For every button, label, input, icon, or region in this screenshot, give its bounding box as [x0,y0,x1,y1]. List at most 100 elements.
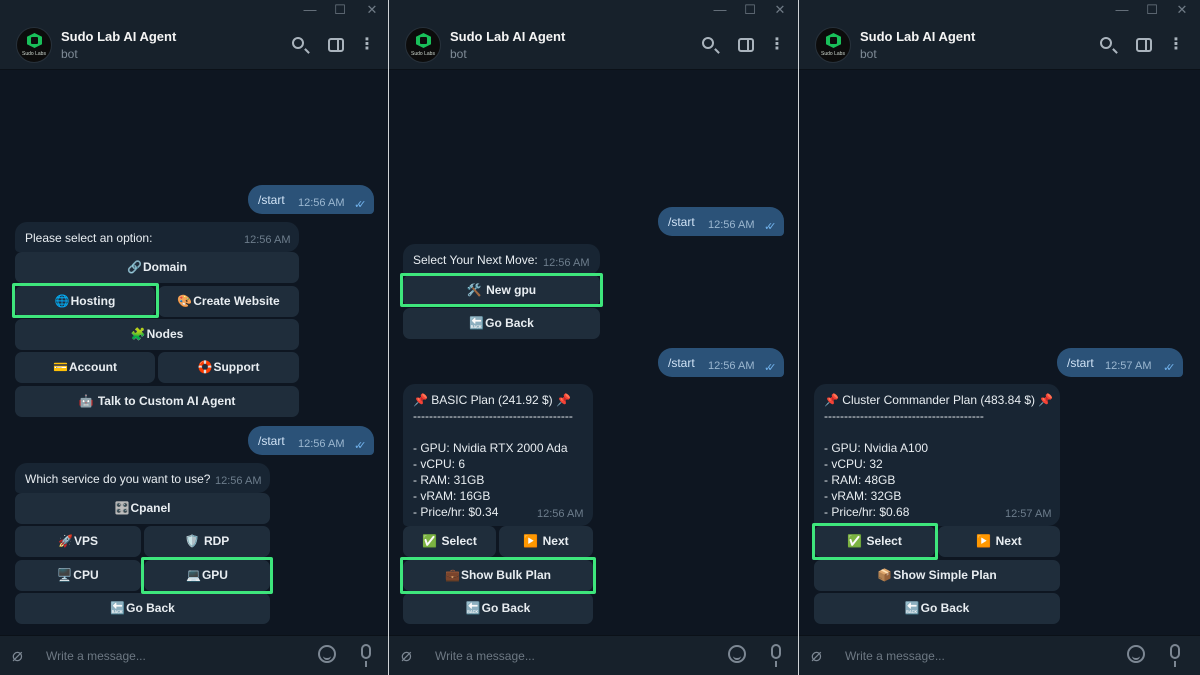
read-ticks-icon: ✓✓ [1163,362,1176,374]
attach-icon[interactable]: ⌀ [811,645,822,666]
plan-message: 📌 Cluster Commander Plan (483.84 $) 📌 --… [814,384,1060,526]
control-panel-icon: 🎛️ [114,501,130,515]
go-back-button[interactable]: 🔙Go Back [403,593,593,624]
maximize-icon[interactable]: ☐ [327,2,353,18]
chat-subtitle: bot [61,47,78,61]
support-button[interactable]: 🛟Support [158,352,299,383]
message-input[interactable]: Write a message... [845,649,945,663]
close-icon[interactable]: ✕ [1169,2,1195,18]
domain-button[interactable]: 🔗Domain [15,252,299,283]
button-label: Go Back [920,601,970,615]
logo-icon [826,33,841,48]
sidebar-icon[interactable] [325,34,347,56]
select-button[interactable]: ✅ Select [403,526,496,557]
rdp-button[interactable]: 🛡️ RDP [144,526,270,557]
nodes-button[interactable]: 🧩Nodes [15,319,299,350]
chat-header: Sudo Labs Sudo Lab AI Agent bot ⋮ [799,20,1200,70]
button-label: Select [866,534,902,548]
next-button[interactable]: ▶️ Next [499,526,593,557]
outgoing-message: /start 12:57 AM ✓✓ [1057,348,1183,377]
back-arrow-icon: 🔙 [469,316,485,330]
new-gpu-button[interactable]: 🛠️ New gpu [403,275,600,306]
message-input[interactable]: Write a message... [435,649,535,663]
package-icon: 📦 [877,568,893,582]
message-text: /start [668,215,695,229]
chat-title[interactable]: Sudo Lab AI Agent [450,29,565,44]
message-time: 12:56 AM [298,438,345,450]
puzzle-icon: 🧩 [130,327,146,341]
read-ticks-icon: ✓✓ [764,362,777,374]
incoming-message: Which service do you want to use? 12:56 … [15,463,270,493]
avatar-label: Sudo Labs [411,51,435,57]
button-label: Go Back [481,601,531,615]
close-icon[interactable]: ✕ [359,2,385,18]
show-bulk-plan-button[interactable]: 💼Show Bulk Plan [403,560,593,591]
maximize-icon[interactable]: ☐ [737,2,763,18]
gpu-button[interactable]: 💻GPU [144,560,270,591]
emoji-icon[interactable] [728,645,746,663]
attach-icon[interactable]: ⌀ [12,645,23,666]
vps-button[interactable]: 🚀VPS [15,526,141,557]
microphone-icon[interactable] [771,644,781,667]
chat-window-3: — ☐ ✕ Sudo Labs Sudo Lab AI Agent bot ⋮ … [799,0,1200,675]
more-icon[interactable]: ⋮ [1165,34,1187,56]
card-icon: 💳 [53,360,68,374]
cpu-button[interactable]: 🖥️CPU [15,560,141,591]
minimize-icon[interactable]: — [1109,2,1135,17]
button-label: Select [441,534,477,548]
maximize-icon[interactable]: ☐ [1139,2,1165,18]
close-icon[interactable]: ✕ [767,2,793,18]
laptop-icon: 💻 [186,568,201,582]
button-label: Go Back [126,601,175,615]
search-icon[interactable] [1097,34,1119,56]
create-website-button[interactable]: 🎨Create Website [158,286,299,317]
next-button[interactable]: ▶️ Next [938,526,1060,557]
go-back-button[interactable]: 🔙Go Back [814,593,1060,624]
monitor-icon: 🖥️ [57,568,73,582]
avatar-label: Sudo Labs [821,51,845,57]
palette-icon: 🎨 [177,294,193,308]
message-input[interactable]: Write a message... [46,649,146,663]
sidebar-icon[interactable] [735,34,757,56]
logo-icon [27,33,42,48]
more-icon[interactable]: ⋮ [356,34,378,56]
button-label: Next [995,534,1022,548]
checkmark-icon: ✅ [847,534,863,548]
talk-ai-button[interactable]: 🤖 Talk to Custom AI Agent [15,386,299,417]
chat-title[interactable]: Sudo Lab AI Agent [61,29,176,44]
show-simple-plan-button[interactable]: 📦Show Simple Plan [814,560,1060,591]
message-text: Please select an option: [25,231,153,245]
message-text: /start [668,356,695,370]
hosting-button[interactable]: 🌐Hosting [15,286,155,317]
microphone-icon[interactable] [1170,644,1180,667]
button-label: Support [213,360,260,374]
go-back-button[interactable]: 🔙Go Back [403,308,600,339]
attach-icon[interactable]: ⌀ [401,645,412,666]
button-label: RDP [203,534,230,548]
avatar[interactable]: Sudo Labs [405,27,441,63]
microphone-icon[interactable] [361,644,371,667]
robot-icon: 🤖 [78,394,94,408]
chat-subtitle: bot [860,47,877,61]
sidebar-icon[interactable] [1133,34,1155,56]
account-button[interactable]: 💳Account [15,352,155,383]
minimize-icon[interactable]: — [707,2,733,17]
more-icon[interactable]: ⋮ [766,34,788,56]
avatar[interactable]: Sudo Labs [16,27,52,63]
back-arrow-icon: 🔙 [904,601,920,615]
emoji-icon[interactable] [318,645,336,663]
chat-title[interactable]: Sudo Lab AI Agent [860,29,975,44]
search-icon[interactable] [699,34,721,56]
minimize-icon[interactable]: — [297,2,323,17]
cpanel-button[interactable]: 🎛️Cpanel [15,493,270,524]
message-text: /start [258,434,285,448]
avatar[interactable]: Sudo Labs [815,27,851,63]
window-titlebar: — ☐ ✕ [389,0,798,20]
button-label: VPS [73,534,98,548]
emoji-icon[interactable] [1127,645,1145,663]
button-label: Domain [142,260,187,274]
window-titlebar: — ☐ ✕ [0,0,388,20]
select-button[interactable]: ✅ Select [814,526,935,557]
search-icon[interactable] [289,34,311,56]
go-back-button[interactable]: 🔙Go Back [15,593,270,624]
